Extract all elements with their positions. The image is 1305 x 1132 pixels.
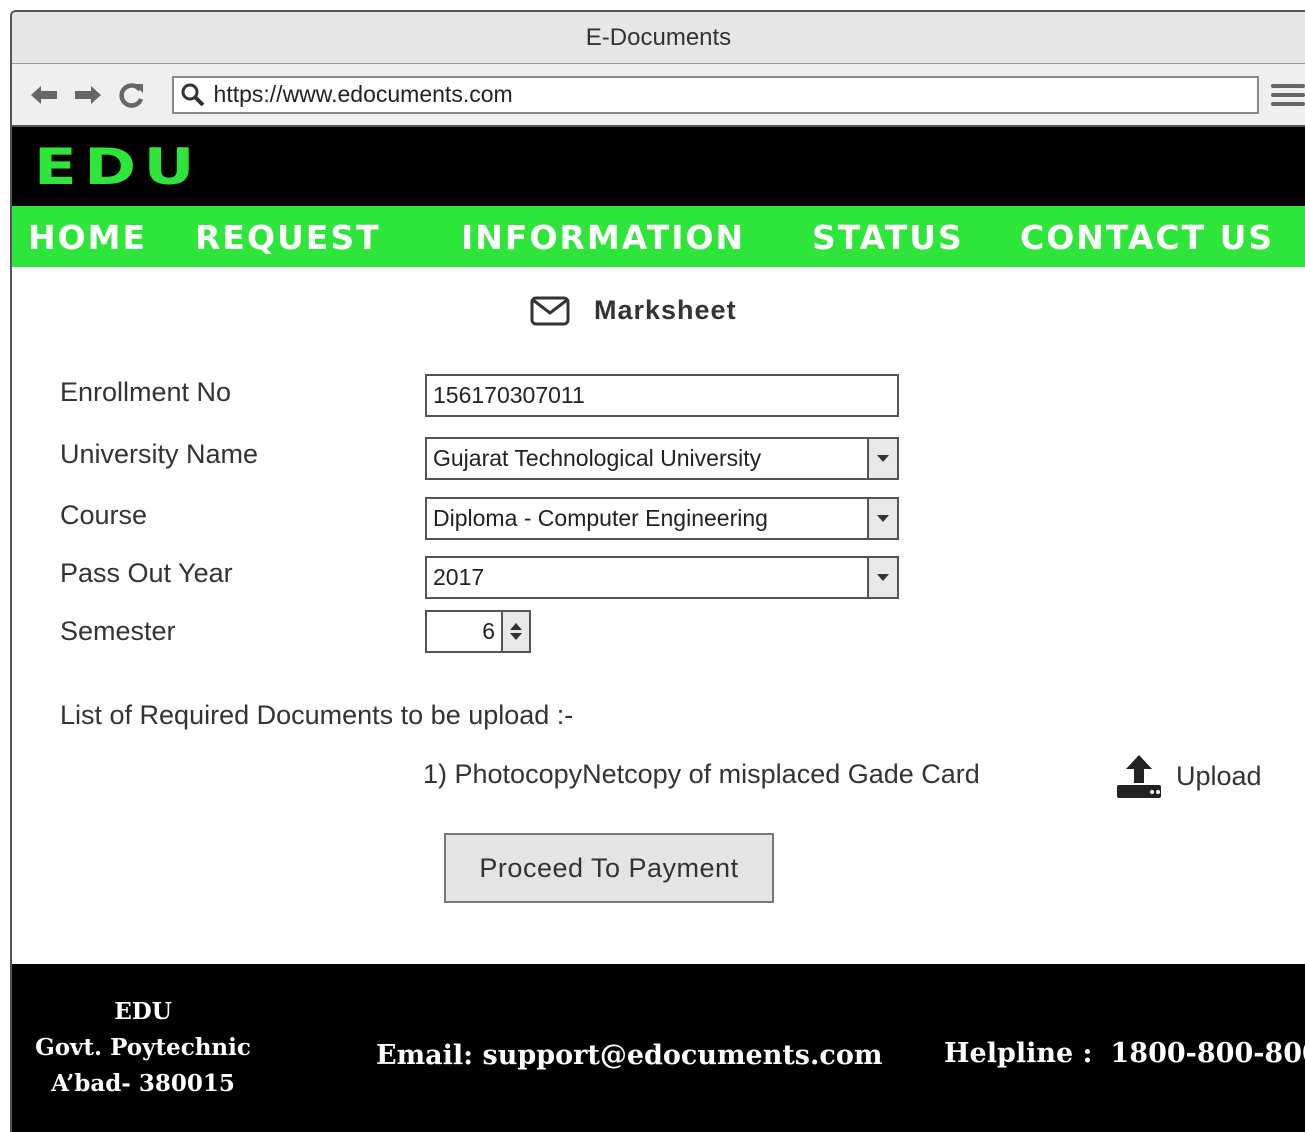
logo[interactable]: EDU	[34, 138, 202, 196]
reload-icon[interactable]	[112, 75, 152, 115]
semester-stepper[interactable]: 6	[425, 610, 531, 653]
course-label: Course	[60, 500, 148, 530]
envelope-icon	[530, 296, 570, 325]
footer: EDU Govt. Poytechnic A’bad- 380015 Email…	[12, 964, 1305, 1132]
helpline-number[interactable]: 1800-800-800	[1111, 1038, 1305, 1069]
university-value: Gujarat Technological University	[433, 445, 762, 471]
nav-status[interactable]: STATUS	[812, 218, 964, 257]
semester-value: 6	[482, 618, 495, 644]
brand-bar: EDU	[12, 127, 1305, 206]
search-icon	[181, 83, 204, 106]
chevron-down-icon[interactable]	[867, 499, 897, 538]
enrollment-label: Enrollment No	[60, 377, 232, 407]
enrollment-value: 156170307011	[433, 382, 585, 408]
main-navigation: HOME REQUEST INFORMATION STATUS CONTACT …	[12, 206, 1305, 267]
stepper-arrows-icon[interactable]	[501, 612, 529, 651]
enrollment-input[interactable]: 156170307011	[425, 374, 899, 417]
hamburger-menu-icon[interactable]	[1271, 78, 1305, 112]
year-value: 2017	[433, 564, 485, 590]
course-select[interactable]: Diploma - Computer Engineering	[425, 497, 899, 540]
nav-information[interactable]: INFORMATION	[461, 218, 745, 257]
footer-org-line3: A’bad- 380015	[51, 1070, 235, 1097]
footer-helpline: Helpline : 1800-800-800	[944, 1038, 1305, 1069]
helpline-label: Helpline :	[944, 1038, 1093, 1069]
back-arrow-icon[interactable]	[24, 75, 64, 115]
forward-arrow-icon[interactable]	[68, 75, 108, 115]
form-area: Marksheet Enrollment No 156170307011 Uni…	[12, 267, 1305, 965]
window-titlebar: E-Documents	[12, 12, 1305, 64]
upload-label: Upload	[1176, 760, 1262, 791]
year-select[interactable]: 2017	[425, 556, 899, 599]
university-label: University Name	[60, 439, 259, 469]
nav-contact-us[interactable]: CONTACT US	[1020, 218, 1274, 257]
form-heading-text: Marksheet	[594, 295, 737, 325]
course-value: Diploma - Computer Engineering	[433, 505, 768, 531]
upload-button[interactable]: Upload	[1114, 751, 1262, 801]
window-title: E-Documents	[585, 23, 732, 51]
proceed-to-payment-button[interactable]: Proceed To Payment	[444, 833, 774, 903]
footer-email[interactable]: Email: support@edocuments.com	[376, 1040, 882, 1071]
semester-label: Semester	[60, 616, 176, 646]
nav-home[interactable]: HOME	[28, 218, 147, 257]
url-text: https://www.edocuments.com	[213, 81, 513, 107]
browser-window: E-Documents https://www.edocuments.com E…	[10, 10, 1305, 1132]
footer-org-line2: Govt. Poytechnic	[35, 1034, 251, 1061]
nav-request[interactable]: REQUEST	[195, 218, 381, 257]
address-bar[interactable]: https://www.edocuments.com	[171, 75, 1260, 114]
form-heading: Marksheet	[530, 295, 737, 326]
footer-org: EDU	[114, 998, 172, 1025]
university-select[interactable]: Gujarat Technological University	[425, 437, 899, 480]
chevron-down-icon[interactable]	[867, 439, 897, 478]
document-item: 1) PhotocopyNetcopy of misplaced Gade Ca…	[423, 759, 980, 789]
documents-title: List of Required Documents to be upload …	[60, 700, 574, 730]
upload-icon	[1117, 755, 1161, 798]
year-label: Pass Out Year	[60, 558, 233, 588]
browser-toolbar: https://www.edocuments.com	[12, 64, 1305, 127]
footer-address: EDU Govt. Poytechnic A’bad- 380015	[28, 994, 258, 1102]
chevron-down-icon[interactable]	[867, 558, 897, 597]
